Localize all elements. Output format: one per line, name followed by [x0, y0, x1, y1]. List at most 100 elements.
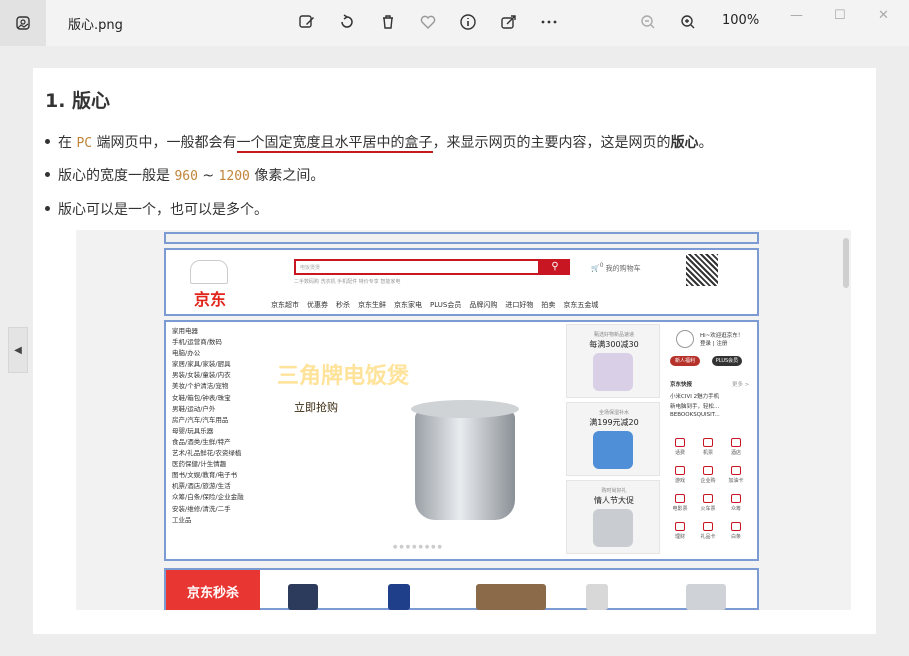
more-icon[interactable] [539, 13, 559, 33]
service-label: 加油卡 [728, 478, 744, 484]
service-label: 白条 [730, 534, 741, 540]
jd-top-bar [164, 232, 759, 244]
category-item: 电脑/办公 [172, 349, 201, 358]
nav-item: 京东生鲜 [358, 301, 386, 309]
nav-item: 进口好物 [505, 301, 534, 309]
promo-main: 满199元减20 [589, 418, 639, 427]
text: 在 [58, 135, 77, 151]
category-item: 众筹/白条/保险/企业金融 [172, 493, 244, 502]
zoom-in-icon[interactable] [678, 13, 698, 33]
service-label: 酒店 [730, 450, 741, 456]
jd-logo: 京东 [194, 290, 227, 309]
favorite-heart-icon[interactable] [418, 13, 438, 33]
inline-code: 1200 [218, 169, 250, 184]
jd-seckill-box: 京东秒杀 [164, 568, 759, 610]
edit-image-icon[interactable] [297, 13, 317, 33]
underlined-text: 水平居中的盒子 [334, 135, 433, 153]
promo-card: 甄选好物新品速递 每满300减30 [566, 324, 660, 398]
news-item: 小米CIVI 2魅力手机 [670, 394, 720, 400]
text: 端网页中，一般都会有 [92, 135, 237, 151]
text: ，来显示 [432, 135, 489, 151]
image-canvas: 1. 版心 在 PC 端网页中，一般都会有一个固定宽度且水平居中的盒子，来显示网… [33, 68, 876, 634]
jd-banner: 好货汇聚 三角牌电饭煲 立即抢购 ‹ › ●●●●●●●● [263, 322, 561, 558]
cart-count: 0 [599, 263, 604, 269]
seckill-label: 京东秒杀 [166, 570, 260, 610]
nav-item: 拍卖 [541, 301, 556, 309]
banner-prev-icon: ‹ [266, 432, 270, 441]
category-item: 工业品 [172, 515, 192, 524]
category-item: 手机/运营商/数码 [172, 338, 222, 347]
jd-search-input: 电饭煲煲 [294, 259, 540, 275]
nav-item: 秒杀 [336, 301, 350, 309]
service-label: 火车票 [700, 506, 716, 512]
service-label: 机票 [702, 450, 713, 456]
nav-item: PLUS会员 [430, 301, 462, 309]
zoom-out-icon[interactable] [638, 13, 658, 33]
text: 。 [698, 135, 713, 151]
previous-image-arrow-icon[interactable]: ◀ [8, 327, 28, 373]
news-more: 更多 > [732, 382, 750, 388]
category-item: 机票/酒店/旅游/生活 [172, 482, 231, 491]
product-image [586, 584, 608, 610]
info-icon[interactable] [458, 13, 478, 33]
promo-top: 购时尚好礼 [601, 488, 627, 494]
category-item: 女鞋/箱包/钟表/珠宝 [172, 393, 231, 402]
news-item: BEBOOKSQUISIT... [670, 412, 720, 418]
user-greeting: Hi~欢迎逛京东！ [700, 333, 744, 339]
maximize-icon[interactable]: ☐ [834, 8, 846, 23]
nav-item: 优惠券 [307, 301, 328, 309]
category-item: 男装/女装/童装/内衣 [172, 371, 231, 380]
bullet-3: 版心可以是一个，也可以是多个。 [45, 199, 268, 219]
service-icon: 众筹 [724, 494, 748, 512]
category-item: 房产/汽车/汽车用品 [172, 415, 229, 424]
category-item: 美妆/个护清洁/宠物 [172, 382, 229, 391]
inline-code: PC [76, 136, 93, 151]
nav-item: 京东超市 [271, 301, 299, 309]
zoom-level[interactable]: 100% [722, 13, 759, 28]
category-item: 艺术/礼品鲜花/农资绿植 [172, 449, 242, 458]
text: ~ [197, 168, 219, 184]
photos-app-icon [0, 0, 46, 46]
delete-icon[interactable] [378, 13, 398, 33]
service-icon: 礼品卡 [696, 522, 720, 540]
banner-next-icon: › [553, 432, 557, 441]
rice-cooker-lid [411, 400, 519, 418]
service-icon: 电影票 [668, 494, 692, 512]
promo-image [593, 509, 633, 547]
scrollbar-thumb [843, 238, 849, 288]
jd-mascot-icon [190, 260, 228, 284]
plus-pill: PLUS会员 [712, 356, 742, 366]
service-icon: 白条 [724, 522, 748, 540]
promo-card: 全场保湿补水 满199元减20 [566, 402, 660, 476]
avatar [676, 330, 694, 348]
bold-text: 版心 [670, 135, 699, 151]
product-image [288, 584, 318, 610]
service-icon: 理财 [668, 522, 692, 540]
share-icon[interactable] [499, 13, 519, 33]
title-bar: 版心.png 100% — ☐ ✕ [0, 0, 909, 46]
service-label: 企业购 [700, 478, 716, 484]
news-title: 京东快报 [670, 382, 693, 388]
nav-item: 京东家电 [394, 301, 422, 309]
promo-top: 甄选好物新品速递 [593, 332, 634, 338]
service-icon: 机票 [696, 438, 720, 456]
rotate-icon[interactable] [337, 13, 357, 33]
rice-cooker-image [415, 410, 515, 520]
minimize-icon[interactable]: — [790, 8, 803, 23]
service-icon: 游戏 [668, 466, 692, 484]
product-image [686, 584, 726, 610]
service-label: 游戏 [674, 478, 685, 484]
close-icon[interactable]: ✕ [878, 8, 889, 23]
promo-main: 情人节大促 [594, 496, 634, 505]
product-image [388, 584, 410, 610]
text: 网页的主要内容，这是网页的 [488, 135, 671, 151]
service-icon: 加油卡 [724, 466, 748, 484]
page-heading: 1. 版心 [45, 90, 111, 112]
promo-image [593, 353, 633, 391]
category-item: 图书/文娱/教育/电子书 [172, 471, 238, 480]
service-icon: 火车票 [696, 494, 720, 512]
bullet-2: 版心的宽度一般是 960 ~ 1200 像素之间。 [44, 165, 324, 185]
jd-header-box: 京东 电饭煲煲 ⚲ 二手数码购 洗衣机 手机配件 特价专享 智能家电 🛒0 我的… [164, 248, 759, 316]
service-icon: 企业购 [696, 466, 720, 484]
jd-hot-words: 二手数码购 洗衣机 手机配件 特价专享 智能家电 [294, 279, 401, 285]
